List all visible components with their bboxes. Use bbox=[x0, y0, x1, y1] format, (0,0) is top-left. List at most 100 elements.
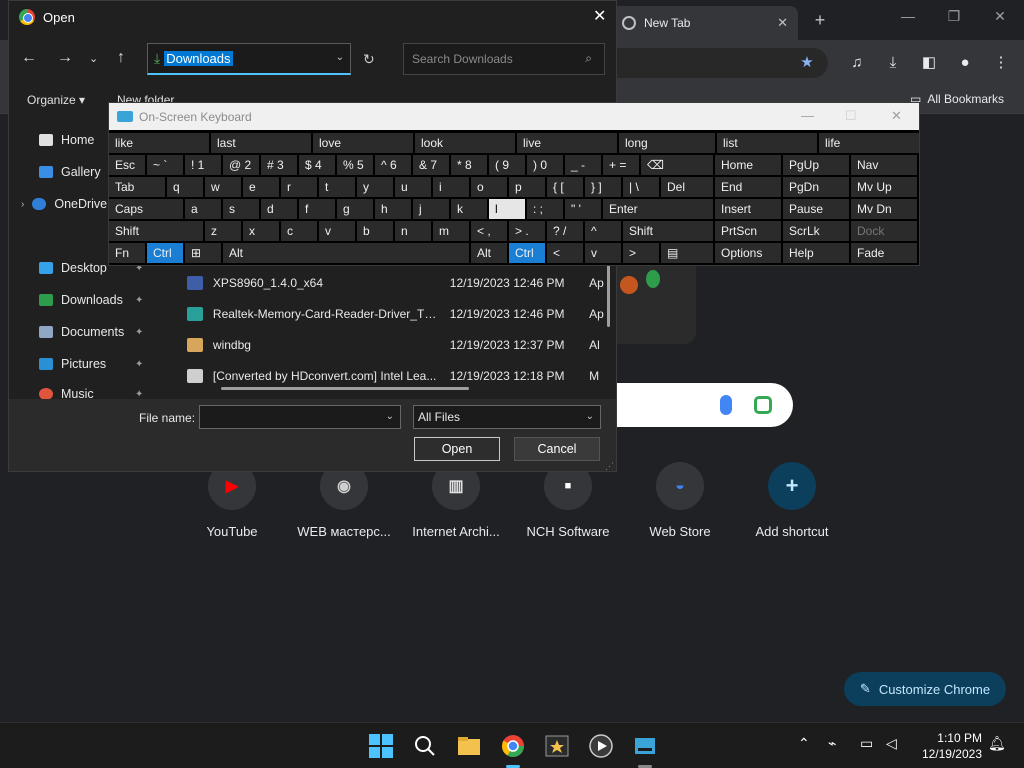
key-row1-7[interactable]: ^ 6 bbox=[375, 155, 411, 175]
osk-nav-options[interactable]: Options bbox=[715, 243, 781, 263]
tab-new-tab[interactable]: New Tab ✕ bbox=[612, 6, 798, 40]
prediction-look[interactable]: look bbox=[415, 133, 515, 153]
key-row2-10[interactable]: p bbox=[509, 177, 545, 197]
sidebar-item-home[interactable]: Home bbox=[39, 133, 94, 147]
key-row1-11[interactable]: ) 0 bbox=[527, 155, 563, 175]
sidebar-item-gallery[interactable]: Gallery bbox=[39, 165, 101, 179]
shortcut-web-store[interactable]: ◒ Web Store bbox=[624, 462, 736, 539]
dialog-close-icon[interactable]: ✕ bbox=[593, 6, 606, 26]
key-row2-14[interactable]: Del bbox=[661, 177, 713, 197]
media-control-icon[interactable]: ♫ bbox=[846, 52, 868, 74]
key-row5-9[interactable]: ▤ bbox=[661, 243, 713, 263]
google-search-box[interactable] bbox=[600, 383, 793, 427]
prediction-live[interactable]: live bbox=[517, 133, 617, 153]
close-tab-icon[interactable]: ✕ bbox=[777, 15, 788, 31]
key-row2-1[interactable]: q bbox=[167, 177, 203, 197]
omnibox[interactable] bbox=[600, 48, 828, 78]
osk-nav-home[interactable]: Home bbox=[715, 155, 781, 175]
file-explorer-icon[interactable] bbox=[456, 733, 482, 759]
key-row2-5[interactable]: t bbox=[319, 177, 355, 197]
minimize-icon[interactable]: — bbox=[898, 8, 918, 24]
search-icon[interactable] bbox=[412, 733, 438, 759]
shortcut-nch-software[interactable]: ■ NCH Software bbox=[512, 462, 624, 539]
address-chevron-icon[interactable]: ⌄ bbox=[336, 52, 344, 63]
chrome-icon[interactable] bbox=[500, 733, 526, 759]
osk-nav-pgdn[interactable]: PgDn bbox=[783, 177, 849, 197]
key-row4-6[interactable]: n bbox=[395, 221, 431, 241]
key-row1-8[interactable]: & 7 bbox=[413, 155, 449, 175]
file-row[interactable]: windbg 12/19/2023 12:37 PM Al bbox=[179, 331, 609, 359]
movie-maker-icon[interactable] bbox=[544, 733, 570, 759]
shortcut-add[interactable]: + Add shortcut bbox=[736, 462, 848, 539]
key-row4-11[interactable]: ^ bbox=[585, 221, 621, 241]
key-row4-1[interactable]: z bbox=[205, 221, 241, 241]
organize-button[interactable]: Organize ▾ bbox=[27, 93, 85, 107]
key-row3-1[interactable]: a bbox=[185, 199, 221, 219]
key-row2-12[interactable]: } ] bbox=[585, 177, 621, 197]
key-row4-3[interactable]: c bbox=[281, 221, 317, 241]
key-row2-8[interactable]: i bbox=[433, 177, 469, 197]
key-row5-2[interactable]: ⊞ bbox=[185, 243, 221, 263]
prediction-love[interactable]: love bbox=[313, 133, 413, 153]
sidebar-item-music[interactable]: Music ✦ bbox=[39, 387, 143, 399]
key-row1-9[interactable]: * 8 bbox=[451, 155, 487, 175]
horizontal-scrollbar[interactable] bbox=[221, 387, 469, 390]
key-row5-4[interactable]: Alt bbox=[471, 243, 507, 263]
sidebar-item-downloads[interactable]: Downloads ✦ bbox=[39, 293, 143, 307]
key-row3-12[interactable]: Enter bbox=[603, 199, 713, 219]
key-row3-4[interactable]: f bbox=[299, 199, 335, 219]
display-icon[interactable]: ▭ bbox=[860, 735, 873, 752]
key-row3-11[interactable]: " ' bbox=[565, 199, 601, 219]
network-icon[interactable]: ⌁ bbox=[828, 735, 836, 752]
key-row3-5[interactable]: g bbox=[337, 199, 373, 219]
open-button[interactable]: Open bbox=[414, 437, 500, 461]
osk-nav-mv-up[interactable]: Mv Up bbox=[851, 177, 917, 197]
key-row3-10[interactable]: : ; bbox=[527, 199, 563, 219]
side-panel-icon[interactable]: ◧ bbox=[918, 52, 940, 74]
osk-nav-fade[interactable]: Fade bbox=[851, 243, 917, 263]
refresh-icon[interactable]: ↻ bbox=[363, 51, 375, 68]
customize-chrome-button[interactable]: ✎ Customize Chrome bbox=[844, 672, 1006, 706]
profile-icon[interactable]: ● bbox=[954, 52, 976, 74]
prediction-life[interactable]: life bbox=[819, 133, 919, 153]
new-tab-button[interactable]: + bbox=[810, 10, 830, 31]
osk-nav-nav[interactable]: Nav bbox=[851, 155, 917, 175]
key-row4-0[interactable]: Shift bbox=[109, 221, 203, 241]
sidebar-item-desktop[interactable]: Desktop ✦ bbox=[39, 261, 143, 275]
shortcut-youtube[interactable]: ▶ YouTube bbox=[176, 462, 288, 539]
key-row1-10[interactable]: ( 9 bbox=[489, 155, 525, 175]
key-row1-3[interactable]: @ 2 bbox=[223, 155, 259, 175]
key-row1-5[interactable]: $ 4 bbox=[299, 155, 335, 175]
osk-nav-pause[interactable]: Pause bbox=[783, 199, 849, 219]
voice-search-icon[interactable] bbox=[720, 395, 732, 415]
key-row2-9[interactable]: o bbox=[471, 177, 507, 197]
file-row[interactable]: [Converted by HDconvert.com] Intel Lea..… bbox=[179, 362, 609, 390]
search-input[interactable]: Search Downloads ⌕ bbox=[403, 43, 605, 75]
key-row5-3[interactable]: Alt bbox=[223, 243, 469, 263]
address-bar[interactable]: ⤓ Downloads ⌄ bbox=[147, 43, 351, 75]
key-row3-0[interactable]: Caps bbox=[109, 199, 183, 219]
key-row4-10[interactable]: ? / bbox=[547, 221, 583, 241]
shortcut-internet-archive[interactable]: ▥ Internet Archi... bbox=[400, 462, 512, 539]
window-close-icon[interactable]: ✕ bbox=[990, 8, 1010, 25]
file-type-select[interactable]: All Files ⌄ bbox=[413, 405, 601, 429]
prediction-like[interactable]: like bbox=[109, 133, 209, 153]
key-row2-7[interactable]: u bbox=[395, 177, 431, 197]
sidebar-item-pictures[interactable]: Pictures ✦ bbox=[39, 357, 143, 371]
key-row2-3[interactable]: e bbox=[243, 177, 279, 197]
key-row3-3[interactable]: d bbox=[261, 199, 297, 219]
osk-minimize-icon[interactable]: — bbox=[801, 108, 814, 123]
osk-nav-end[interactable]: End bbox=[715, 177, 781, 197]
start-icon[interactable] bbox=[368, 733, 394, 759]
key-row2-13[interactable]: | \ bbox=[623, 177, 659, 197]
back-arrow-icon[interactable]: ← bbox=[21, 49, 37, 67]
key-row5-6[interactable]: < bbox=[547, 243, 583, 263]
show-hidden-icons-icon[interactable]: ⌃ bbox=[798, 735, 810, 752]
key-row2-11[interactable]: { [ bbox=[547, 177, 583, 197]
sidebar-item-documents[interactable]: Documents ✦ bbox=[39, 325, 143, 339]
cancel-button[interactable]: Cancel bbox=[514, 437, 600, 461]
key-row2-2[interactable]: w bbox=[205, 177, 241, 197]
key-row4-9[interactable]: > . bbox=[509, 221, 545, 241]
notification-bell-icon[interactable]: 🔔︎ bbox=[988, 735, 1006, 752]
google-lens-icon[interactable] bbox=[754, 396, 772, 414]
